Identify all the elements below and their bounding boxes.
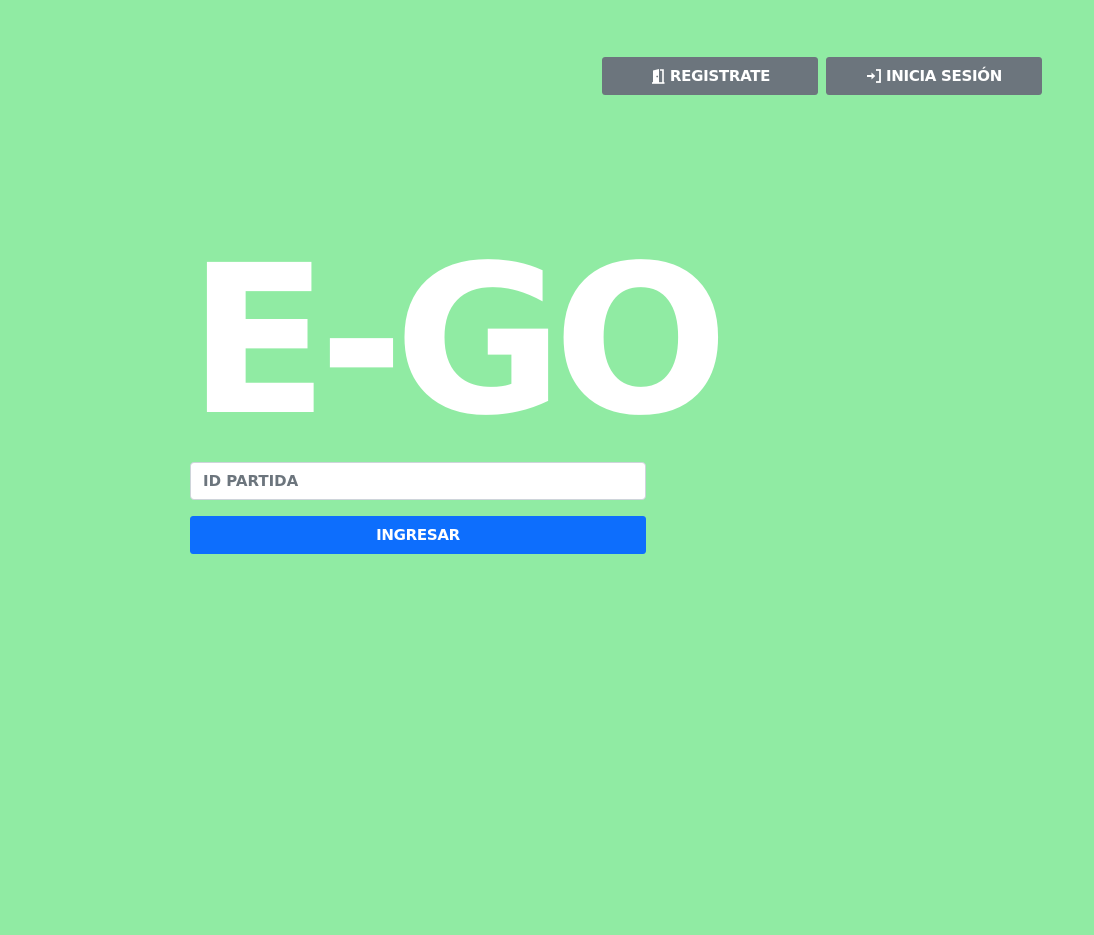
sign-in-icon <box>866 68 882 84</box>
join-game-button[interactable]: INGRESAR <box>190 516 646 554</box>
register-button-label: REGISTRATE <box>669 67 771 85</box>
login-button-label: INICIA SESIÓN <box>886 67 1002 85</box>
door-open-icon <box>650 68 666 84</box>
login-button[interactable]: INICIA SESIÓN <box>826 57 1042 95</box>
register-button[interactable]: REGISTRATE <box>602 57 818 95</box>
join-game-button-label: INGRESAR <box>376 526 460 544</box>
game-id-input[interactable] <box>190 462 646 500</box>
logo: E-GO <box>188 221 728 461</box>
